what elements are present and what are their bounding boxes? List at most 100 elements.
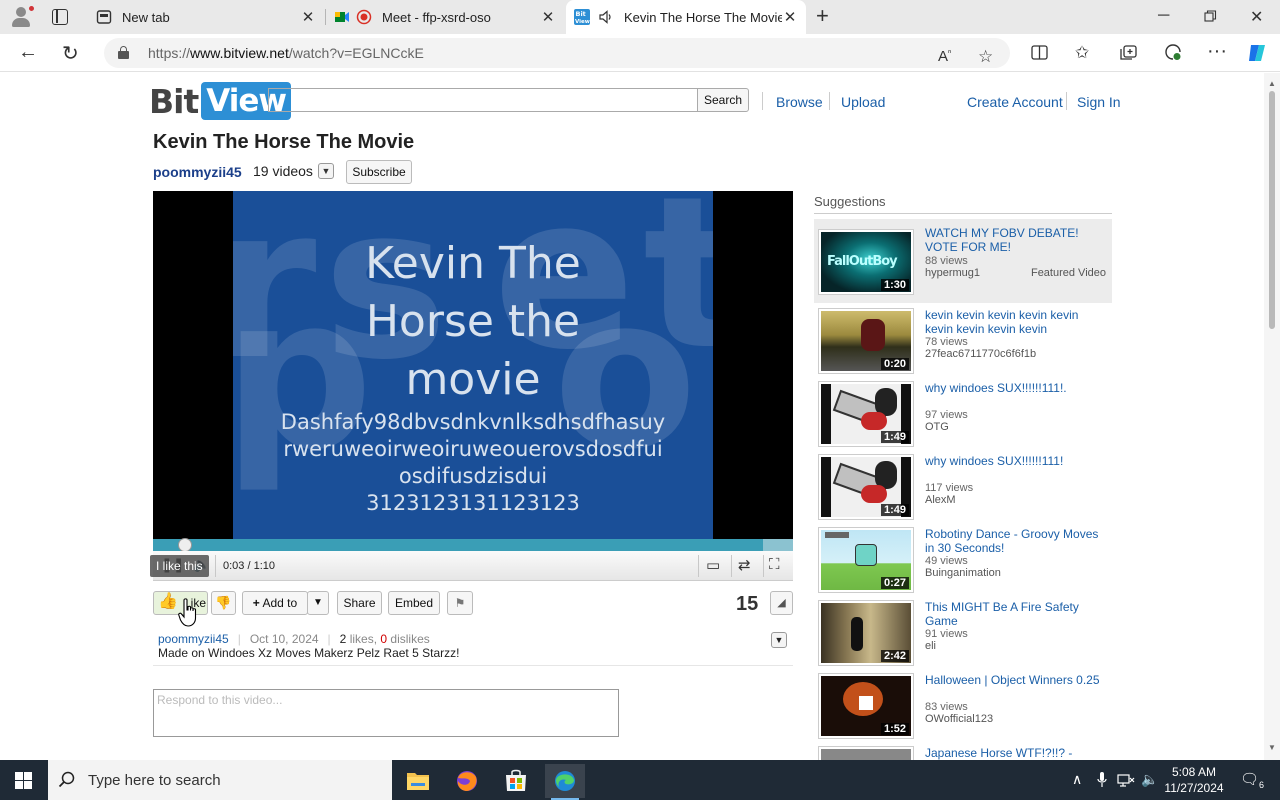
suggestion-author[interactable]: AlexM: [925, 494, 956, 506]
suggestion-thumbnail[interactable]: FallOutBoy 1:30: [818, 229, 914, 295]
chevron-down-icon[interactable]: ▼: [318, 163, 334, 179]
suggestion-thumbnail[interactable]: 1:49: [818, 454, 914, 520]
suggestion-title[interactable]: WATCH MY FOBV DEBATE! VOTE FOR ME!: [925, 226, 1105, 254]
suggestion-thumbnail[interactable]: 0:27: [818, 527, 914, 593]
back-arrow-icon[interactable]: ←: [18, 41, 38, 64]
close-icon[interactable]: ✕: [300, 8, 316, 26]
flag-button[interactable]: ⚑: [447, 591, 473, 615]
address-bar[interactable]: https://www.bitview.net/watch?v=EGLNCckE…: [104, 38, 1010, 68]
scrollbar-thumb[interactable]: [1269, 91, 1275, 329]
tab-actions-icon[interactable]: [52, 9, 68, 25]
volume-tray-icon[interactable]: 🔈: [1141, 771, 1158, 788]
subscribe-button[interactable]: Subscribe: [346, 160, 412, 184]
suggestion-thumbnail[interactable]: 1:52: [818, 673, 914, 739]
tab-label: Kevin The Horse The Movie: [624, 9, 782, 25]
network-icon[interactable]: [1117, 772, 1135, 788]
suggestion-item[interactable]: 1:49 why windoes SUX!!!!!!111! 117 views…: [814, 454, 1112, 525]
window-close-icon[interactable]: ✕: [1250, 7, 1263, 27]
page-scrollbar[interactable]: ▲ ▼: [1264, 73, 1280, 760]
suggestion-author[interactable]: hypermug1: [925, 267, 980, 279]
split-screen-icon[interactable]: [1031, 45, 1048, 60]
suggestion-author[interactable]: 27feac6711770c6f6f1b: [925, 348, 1036, 360]
suggestion-title[interactable]: why windoes SUX!!!!!!111!: [925, 454, 1105, 468]
close-icon[interactable]: ✕: [540, 8, 556, 26]
suggestion-title[interactable]: kevin kevin kevin kevin kevin kevin kevi…: [925, 308, 1105, 336]
tab-meet[interactable]: Meet - ffp-xsrd-oso ✕: [326, 0, 564, 34]
file-explorer-icon[interactable]: [398, 764, 438, 798]
edge-browser-icon[interactable]: [545, 764, 585, 800]
expand-description-icon[interactable]: ▼: [771, 632, 787, 648]
suggestion-item[interactable]: 0:20 kevin kevin kevin kevin kevin kevin…: [814, 308, 1112, 379]
close-icon[interactable]: ✕: [782, 8, 798, 26]
profile-icon[interactable]: [8, 5, 35, 29]
refresh-icon[interactable]: ↻: [62, 41, 79, 66]
suggestion-author[interactable]: OWofficial123: [925, 713, 993, 725]
microsoft-store-icon[interactable]: [496, 764, 536, 798]
tray-overflow-icon[interactable]: ∧: [1072, 771, 1082, 788]
restore-icon[interactable]: [1204, 10, 1217, 23]
dislike-button[interactable]: 👎: [211, 591, 236, 615]
browser-essentials-icon[interactable]: [1164, 44, 1182, 61]
suggestion-title[interactable]: This MIGHT Be A Fire Safety Game: [925, 600, 1105, 628]
video-player[interactable]: r s e t p o Kevin The Horse the movie Da…: [153, 191, 793, 539]
tab-new-tab[interactable]: New tab ✕: [86, 0, 324, 34]
search-button[interactable]: Search: [697, 88, 749, 112]
copilot-icon[interactable]: [1246, 42, 1268, 64]
favorites-icon[interactable]: ✩: [1075, 43, 1089, 63]
share-button[interactable]: Share: [337, 591, 382, 615]
upload-link[interactable]: Upload: [841, 94, 885, 110]
more-menu-icon[interactable]: ···: [1207, 40, 1227, 63]
minimize-icon[interactable]: ─: [1158, 7, 1169, 25]
embed-button[interactable]: Embed: [388, 591, 440, 615]
speaker-icon[interactable]: [598, 9, 614, 25]
suggestion-item[interactable]: 1:52 Halloween | Object Winners 0.25 83 …: [814, 673, 1112, 744]
suggestion-title[interactable]: why windoes SUX!!!!!!111!.: [925, 381, 1105, 395]
suggestion-item[interactable]: 2:42 This MIGHT Be A Fire Safety Game 91…: [814, 600, 1112, 671]
tab-bitview-video[interactable]: Bit View Kevin The Horse The Movie ✕: [566, 0, 806, 34]
recording-icon: [356, 9, 372, 25]
comment-textarea[interactable]: Respond to this video...: [153, 689, 619, 737]
seek-bar[interactable]: [153, 538, 793, 552]
suggestion-author[interactable]: OTG: [925, 421, 949, 433]
browse-link[interactable]: Browse: [776, 94, 823, 110]
taskbar-clock[interactable]: 5:08 AM 11/27/2024: [1160, 764, 1228, 796]
firefox-icon[interactable]: [447, 764, 487, 798]
loop-icon[interactable]: ⇄: [738, 556, 751, 574]
taskbar-search-box[interactable]: Type here to search: [48, 760, 392, 800]
suggestion-author[interactable]: Buinganimation: [925, 567, 1001, 579]
sign-in-link[interactable]: Sign In: [1077, 94, 1121, 110]
notifications-icon[interactable]: 🗨6: [1240, 770, 1264, 790]
favorite-star-icon[interactable]: ☆: [978, 47, 993, 67]
collections-icon[interactable]: [1120, 45, 1137, 61]
seek-handle[interactable]: [178, 538, 192, 552]
add-to-button[interactable]: + Add to: [242, 591, 308, 615]
stats-button[interactable]: ◢: [770, 591, 793, 615]
uploader-link[interactable]: poommyzii45: [158, 632, 229, 646]
meet-icon: [335, 12, 349, 22]
create-account-link[interactable]: Create Account: [967, 94, 1063, 110]
scroll-down-icon[interactable]: ▼: [1268, 743, 1276, 752]
lock-icon[interactable]: [118, 46, 129, 59]
site-search-input[interactable]: [268, 88, 698, 112]
new-tab-plus-icon[interactable]: +: [816, 5, 829, 27]
suggestion-item[interactable]: 0:27 Robotiny Dance - Groovy Moves in 30…: [814, 527, 1112, 598]
suggestion-item[interactable]: 1:49 why windoes SUX!!!!!!111!. 97 views…: [814, 381, 1112, 452]
add-to-dropdown-icon[interactable]: ▼: [307, 591, 329, 615]
microphone-icon[interactable]: [1097, 772, 1107, 788]
suggestion-author[interactable]: eli: [925, 640, 936, 652]
theater-mode-icon[interactable]: ▭: [706, 556, 720, 574]
uploader-link[interactable]: poommyzii45: [153, 164, 242, 180]
suggestion-item[interactable]: FallOutBoy 1:30 WATCH MY FOBV DEBATE! VOT…: [814, 219, 1112, 303]
suggestion-title[interactable]: Japanese Horse WTF!?!!? -: [925, 746, 1105, 760]
suggestion-thumbnail[interactable]: [818, 746, 914, 760]
scroll-up-icon[interactable]: ▲: [1268, 79, 1276, 88]
suggestion-item[interactable]: Japanese Horse WTF!?!!? -: [814, 746, 1112, 760]
suggestion-title[interactable]: Halloween | Object Winners 0.25: [925, 673, 1105, 687]
suggestion-thumbnail[interactable]: 0:20: [818, 308, 914, 374]
fullscreen-icon[interactable]: ⛶: [769, 556, 780, 573]
suggestion-thumbnail[interactable]: 1:49: [818, 381, 914, 447]
suggestion-title[interactable]: Robotiny Dance - Groovy Moves in 30 Seco…: [925, 527, 1105, 555]
read-aloud-icon[interactable]: Aⁿ: [938, 47, 951, 65]
suggestion-thumbnail[interactable]: 2:42: [818, 600, 914, 666]
windows-start-icon[interactable]: [15, 772, 32, 789]
